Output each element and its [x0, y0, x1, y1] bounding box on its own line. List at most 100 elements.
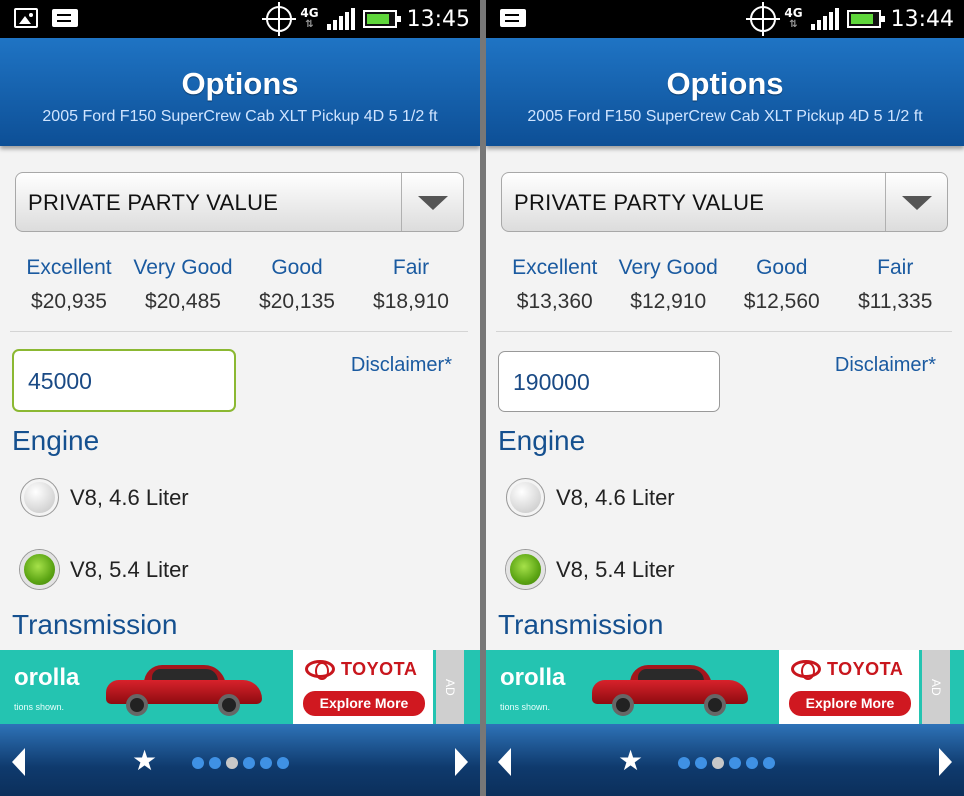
phone-screen-left: 4G ⇅ 13:45 Options 2005 Ford F150 SuperCr…	[0, 0, 480, 796]
value-fair: Fair $11,335	[839, 256, 953, 314]
page-header: Options 2005 Ford F150 SuperCrew Cab XLT…	[486, 38, 964, 146]
condition-label: Good	[271, 256, 323, 279]
radio-unchecked-icon[interactable]	[506, 478, 545, 517]
ad-banner[interactable]: orolla tions shown. TOYOTA Explore More …	[0, 650, 480, 724]
vehicle-subtitle: 2005 Ford F150 SuperCrew Cab XLT Pickup …	[42, 108, 438, 125]
toyota-ad-panel[interactable]: TOYOTA Explore More	[779, 650, 919, 724]
condition-values: Excellent $20,935 Very Good $20,485 Good…	[12, 256, 468, 314]
ad-headline: orolla	[500, 664, 566, 691]
radio-label: V8, 5.4 Liter	[70, 556, 189, 582]
bottom-nav-bar: ★	[486, 724, 964, 796]
page-header: Options 2005 Ford F150 SuperCrew Cab XLT…	[0, 38, 480, 146]
message-notification-icon	[500, 9, 526, 27]
favorite-star-icon[interactable]: ★	[132, 744, 157, 777]
mileage-input[interactable]: 45000	[12, 349, 236, 412]
vehicle-subtitle: 2005 Ford F150 SuperCrew Cab XLT Pickup …	[527, 108, 923, 125]
page-dot	[746, 757, 758, 769]
ad-banner[interactable]: orolla tions shown. TOYOTA Explore More …	[486, 650, 964, 724]
chevron-down-icon[interactable]	[401, 173, 463, 231]
favorite-star-icon[interactable]: ★	[618, 744, 643, 777]
toyota-ad-panel[interactable]: TOYOTA Explore More	[293, 650, 433, 724]
clock: 13:44	[890, 6, 954, 32]
gps-icon	[746, 2, 781, 36]
page-dot-active	[712, 757, 724, 769]
value-excellent: Excellent $20,935	[12, 256, 126, 314]
engine-option-5-4[interactable]: V8, 5.4 Liter	[20, 550, 189, 589]
ad-brand: TOYOTA	[341, 659, 418, 679]
next-arrow-icon[interactable]	[939, 748, 952, 776]
value-very-good: Very Good $20,485	[126, 256, 240, 314]
value-type-dropdown[interactable]: PRIVATE PARTY VALUE	[15, 172, 464, 232]
toyota-logo-icon	[305, 660, 335, 680]
page-dot	[695, 757, 707, 769]
condition-amount: $11,335	[858, 290, 933, 313]
ad-fineprint: tions shown.	[500, 702, 551, 712]
page-dot	[729, 757, 741, 769]
status-bar: 4G ⇅ 13:45	[0, 0, 480, 38]
ad-tag: AD	[922, 650, 950, 724]
ad-tag: AD	[436, 650, 464, 724]
condition-label: Excellent	[26, 256, 112, 279]
engine-option-5-4[interactable]: V8, 5.4 Liter	[506, 550, 675, 589]
signal-strength-icon	[326, 8, 355, 30]
radio-checked-icon[interactable]	[20, 550, 59, 589]
value-good: Good $20,135	[240, 256, 354, 314]
battery-icon	[846, 10, 885, 28]
page-dot	[277, 757, 289, 769]
radio-label: V8, 5.4 Liter	[556, 556, 675, 582]
page-dot	[192, 757, 204, 769]
network-type-icon: 4G ⇅	[300, 6, 319, 30]
condition-label: Good	[756, 256, 808, 279]
signal-strength-icon	[810, 8, 839, 30]
condition-label: Fair	[877, 256, 914, 279]
previous-arrow-icon[interactable]	[12, 748, 25, 776]
page-dot	[763, 757, 775, 769]
battery-icon	[362, 10, 401, 28]
phone-screen-right: 4G ⇅ 13:44 Options 2005 Ford F150 SuperCr…	[486, 0, 964, 796]
radio-label: V8, 4.6 Liter	[556, 484, 675, 510]
disclaimer-link[interactable]: Disclaimer*	[351, 354, 452, 377]
page-indicator	[192, 757, 289, 769]
page-dot	[678, 757, 690, 769]
radio-checked-icon[interactable]	[506, 550, 545, 589]
condition-amount: $20,485	[145, 290, 221, 313]
explore-more-button[interactable]: Explore More	[789, 691, 911, 716]
condition-amount: $13,360	[516, 290, 593, 313]
status-bar: 4G ⇅ 13:44	[486, 0, 964, 38]
next-arrow-icon[interactable]	[455, 748, 468, 776]
condition-amount: $12,560	[743, 290, 820, 313]
chevron-down-icon[interactable]	[885, 173, 947, 231]
condition-label: Very Good	[133, 256, 233, 279]
previous-arrow-icon[interactable]	[498, 748, 511, 776]
transmission-heading: Transmission	[498, 609, 664, 640]
page-dot	[243, 757, 255, 769]
engine-option-4-6[interactable]: V8, 4.6 Liter	[506, 478, 675, 517]
condition-amount: $20,135	[259, 290, 335, 313]
page-title: Options	[666, 66, 784, 101]
value-good: Good $12,560	[725, 256, 839, 314]
disclaimer-link[interactable]: Disclaimer*	[835, 354, 936, 377]
ad-fineprint: tions shown.	[14, 702, 65, 712]
condition-label: Excellent	[512, 256, 598, 279]
car-image	[586, 660, 754, 716]
page-dot-active	[226, 757, 238, 769]
clock: 13:45	[406, 6, 470, 32]
page-title: Options	[181, 66, 299, 101]
explore-more-button[interactable]: Explore More	[303, 691, 425, 716]
radio-unchecked-icon[interactable]	[20, 478, 59, 517]
value-fair: Fair $18,910	[354, 256, 468, 314]
page-dot	[260, 757, 272, 769]
dropdown-selected-value: PRIVATE PARTY VALUE	[28, 190, 279, 215]
condition-label: Fair	[392, 256, 430, 279]
mileage-input[interactable]: 190000	[498, 351, 720, 412]
toyota-logo-icon	[791, 660, 821, 680]
radio-label: V8, 4.6 Liter	[70, 484, 189, 510]
network-type-icon: 4G ⇅	[784, 6, 803, 30]
message-notification-icon	[52, 9, 78, 27]
engine-option-4-6[interactable]: V8, 4.6 Liter	[20, 478, 189, 517]
engine-heading: Engine	[12, 425, 100, 456]
divider	[496, 331, 952, 332]
car-image	[100, 660, 268, 716]
value-type-dropdown[interactable]: PRIVATE PARTY VALUE	[501, 172, 948, 232]
value-very-good: Very Good $12,910	[612, 256, 726, 314]
